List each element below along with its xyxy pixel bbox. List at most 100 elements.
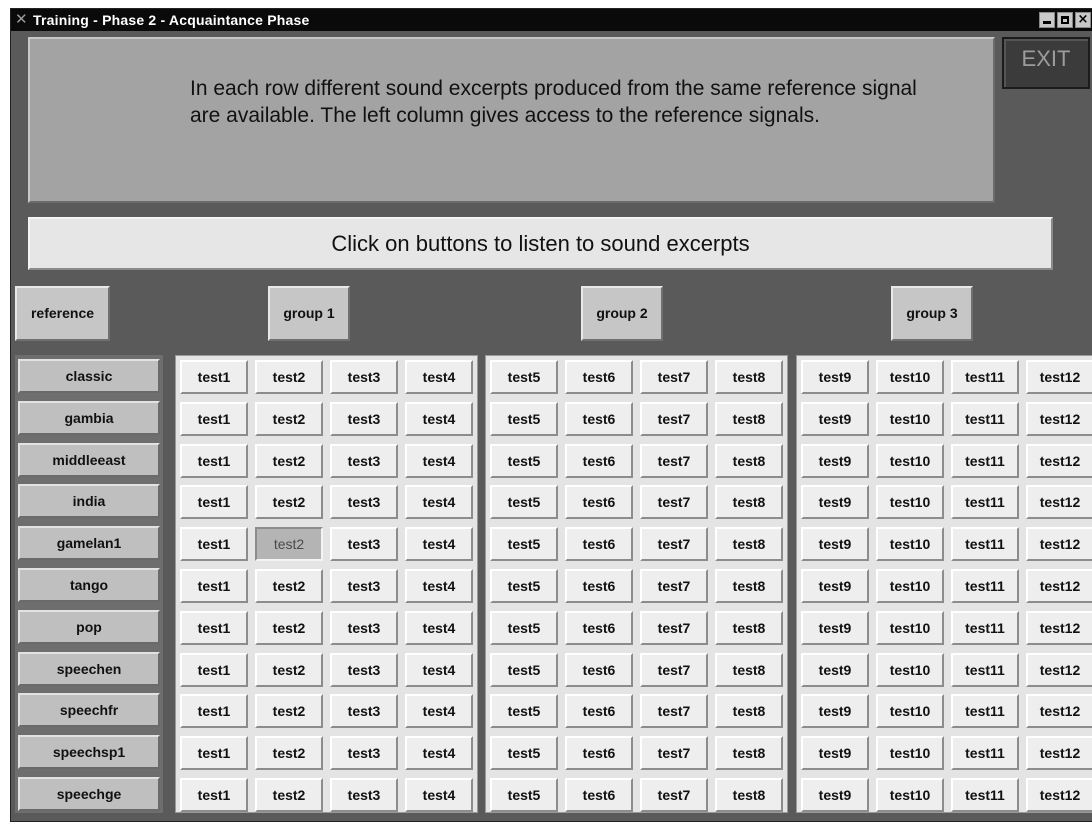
test-button[interactable]: test12 [1026,444,1092,478]
test-button[interactable]: test10 [876,527,944,561]
test-button[interactable]: test9 [801,611,869,645]
test-button[interactable]: test3 [330,653,398,687]
reference-button-speechsp1[interactable]: speechsp1 [18,735,160,769]
test-button[interactable]: test5 [490,360,558,394]
test-button[interactable]: test1 [180,736,248,770]
test-button[interactable]: test11 [951,694,1019,728]
test-button[interactable]: test8 [715,653,783,687]
test-button[interactable]: test6 [565,611,633,645]
test-button[interactable]: test9 [801,653,869,687]
test-button[interactable]: test8 [715,611,783,645]
test-button[interactable]: test2 [255,778,323,812]
reference-header-button[interactable]: reference [15,286,110,341]
test-button[interactable]: test7 [640,527,708,561]
test-button[interactable]: test12 [1026,736,1092,770]
test-button[interactable]: test8 [715,444,783,478]
test-button[interactable]: test1 [180,611,248,645]
test-button[interactable]: test4 [405,653,473,687]
test-button[interactable]: test3 [330,360,398,394]
reference-button-tango[interactable]: tango [18,568,160,602]
test-button[interactable]: test11 [951,736,1019,770]
test-button[interactable]: test1 [180,402,248,436]
test-button[interactable]: test9 [801,569,869,603]
test-button[interactable]: test5 [490,527,558,561]
test-button[interactable]: test4 [405,694,473,728]
reference-button-pop[interactable]: pop [18,610,160,644]
test-button[interactable]: test4 [405,360,473,394]
test-button[interactable]: test8 [715,485,783,519]
group-2-button[interactable]: group 2 [581,286,663,341]
test-button[interactable]: test7 [640,444,708,478]
test-button[interactable]: test12 [1026,485,1092,519]
test-button[interactable]: test11 [951,778,1019,812]
test-button[interactable]: test4 [405,485,473,519]
test-button[interactable]: test9 [801,444,869,478]
test-button[interactable]: test7 [640,611,708,645]
test-button[interactable]: test1 [180,527,248,561]
test-button[interactable]: test2 [255,444,323,478]
test-button[interactable]: test6 [565,485,633,519]
test-button[interactable]: test5 [490,569,558,603]
test-button[interactable]: test5 [490,778,558,812]
test-button[interactable]: test3 [330,485,398,519]
test-button[interactable]: test1 [180,360,248,394]
test-button[interactable]: test1 [180,569,248,603]
test-button[interactable]: test10 [876,778,944,812]
test-button[interactable]: test12 [1026,569,1092,603]
test-button[interactable]: test2 [255,360,323,394]
reference-button-speechfr[interactable]: speechfr [18,693,160,727]
test-button[interactable]: test7 [640,360,708,394]
test-button[interactable]: test5 [490,444,558,478]
test-button[interactable]: test7 [640,694,708,728]
reference-button-classic[interactable]: classic [18,359,160,393]
group-1-button[interactable]: group 1 [268,286,350,341]
test-button[interactable]: test7 [640,653,708,687]
test-button[interactable]: test10 [876,569,944,603]
test-button[interactable]: test2 [255,485,323,519]
test-button[interactable]: test7 [640,778,708,812]
test-button[interactable]: test6 [565,653,633,687]
test-button[interactable]: test12 [1026,653,1092,687]
test-button[interactable]: test6 [565,444,633,478]
test-button[interactable]: test2 [255,694,323,728]
test-button[interactable]: test3 [330,611,398,645]
test-button[interactable]: test2 [255,611,323,645]
test-button[interactable]: test10 [876,611,944,645]
test-button[interactable]: test10 [876,360,944,394]
test-button[interactable]: test10 [876,402,944,436]
test-button[interactable]: test9 [801,402,869,436]
test-button[interactable]: test12 [1026,694,1092,728]
test-button[interactable]: test5 [490,402,558,436]
test-button[interactable]: test9 [801,485,869,519]
test-button[interactable]: test6 [565,736,633,770]
test-button[interactable]: test10 [876,485,944,519]
test-button[interactable]: test8 [715,569,783,603]
test-button[interactable]: test3 [330,569,398,603]
test-button[interactable]: test8 [715,527,783,561]
test-button[interactable]: test8 [715,736,783,770]
test-button[interactable]: test5 [490,736,558,770]
reference-button-speechen[interactable]: speechen [18,652,160,686]
test-button[interactable]: test1 [180,778,248,812]
test-button[interactable]: test5 [490,485,558,519]
test-button[interactable]: test5 [490,611,558,645]
test-button[interactable]: test7 [640,402,708,436]
reference-button-india[interactable]: india [18,484,160,518]
test-button[interactable]: test6 [565,402,633,436]
test-button[interactable]: test8 [715,402,783,436]
reference-button-speechge[interactable]: speechge [18,777,160,811]
test-button[interactable]: test8 [715,694,783,728]
test-button[interactable]: test4 [405,778,473,812]
test-button[interactable]: test4 [405,444,473,478]
test-button[interactable]: test3 [330,694,398,728]
exit-button[interactable]: EXIT [1002,37,1090,89]
title-bar[interactable]: ✕ Training - Phase 2 - Acquaintance Phas… [11,9,1092,31]
test-button[interactable]: test12 [1026,360,1092,394]
test-button[interactable]: test1 [180,485,248,519]
test-button[interactable]: test11 [951,653,1019,687]
test-button[interactable]: test12 [1026,778,1092,812]
test-button[interactable]: test7 [640,485,708,519]
test-button[interactable]: test2 [255,653,323,687]
maximize-button[interactable] [1057,12,1073,28]
test-button[interactable]: test2 [255,402,323,436]
